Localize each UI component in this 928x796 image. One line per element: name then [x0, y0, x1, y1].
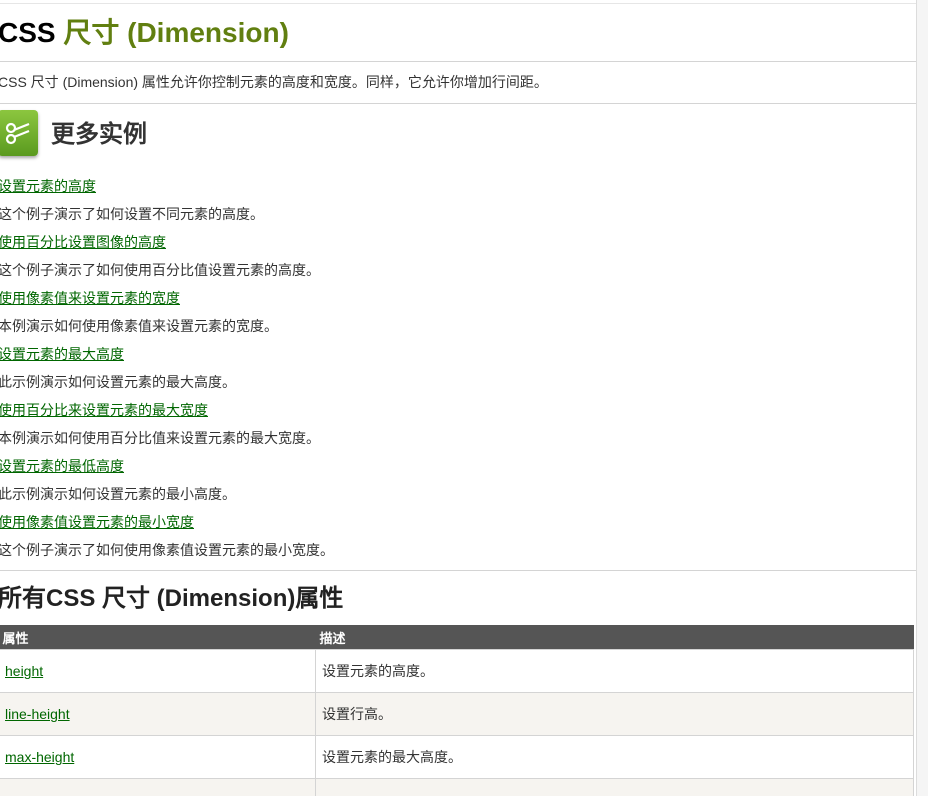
- example-desc: 本例演示如何使用像素值来设置元素的宽度。: [0, 318, 278, 334]
- page-title: CSS 尺寸 (Dimension): [0, 16, 289, 50]
- table-row: [0, 778, 914, 796]
- property-cell: height: [0, 649, 316, 693]
- page-title-main: 尺寸 (Dimension): [63, 17, 289, 48]
- column-header-property: 属性: [0, 625, 316, 650]
- example-link-min-height[interactable]: 设置元素的最低高度: [0, 457, 124, 475]
- example-desc: 这个例子演示了如何使用像素值设置元素的最小宽度。: [0, 542, 334, 558]
- description-cell: 设置行高。: [315, 692, 914, 736]
- property-cell: max-height: [0, 735, 316, 779]
- example-link-max-height[interactable]: 设置元素的最大高度: [0, 345, 124, 363]
- example-link-min-width-pixels[interactable]: 使用像素值设置元素的最小宽度: [0, 513, 194, 531]
- description-cell: 设置元素的高度。: [315, 649, 914, 693]
- section-title: 所有CSS 尺寸 (Dimension)属性: [0, 585, 344, 612]
- column-header-description: 描述: [315, 625, 914, 650]
- properties-table: 属性 描述 height 设置元素的高度。 line-height 设置行高。 …: [0, 625, 914, 796]
- scrollbar-track[interactable]: [916, 0, 928, 796]
- property-link-line-height[interactable]: line-height: [5, 706, 70, 722]
- page: CSS 尺寸 (Dimension) CSS 尺寸 (Dimension) 属性…: [0, 0, 928, 796]
- property-cell: [0, 778, 316, 796]
- description-cell: [315, 778, 914, 796]
- example-link-image-height-percent[interactable]: 使用百分比设置图像的高度: [0, 233, 166, 251]
- property-link-max-height[interactable]: max-height: [5, 749, 74, 765]
- example-link-height[interactable]: 设置元素的高度: [0, 177, 96, 195]
- divider: [0, 61, 916, 62]
- example-link-width-pixels[interactable]: 使用像素值来设置元素的宽度: [0, 289, 180, 307]
- divider: [0, 103, 916, 104]
- example-desc: 此示例演示如何设置元素的最大高度。: [0, 374, 236, 390]
- example-desc: 此示例演示如何设置元素的最小高度。: [0, 486, 236, 502]
- example-desc: 这个例子演示了如何设置不同元素的高度。: [0, 206, 264, 222]
- top-border: [0, 0, 916, 4]
- table-row: height 设置元素的高度。: [0, 649, 914, 693]
- example-desc: 这个例子演示了如何使用百分比值设置元素的高度。: [0, 262, 320, 278]
- intro-text: CSS 尺寸 (Dimension) 属性允许你控制元素的高度和宽度。同样，它允…: [0, 74, 548, 90]
- table-row: max-height 设置元素的最大高度。: [0, 735, 914, 779]
- example-link-max-width-percent[interactable]: 使用百分比来设置元素的最大宽度: [0, 401, 208, 419]
- page-title-prefix: CSS: [0, 17, 64, 48]
- scissors-icon: [0, 110, 38, 156]
- table-row: line-height 设置行高。: [0, 692, 914, 736]
- description-cell: 设置元素的最大高度。: [315, 735, 914, 779]
- divider: [0, 570, 916, 571]
- table-header-row: 属性 描述: [0, 625, 914, 650]
- property-cell: line-height: [0, 692, 316, 736]
- property-link-height[interactable]: height: [5, 663, 43, 679]
- example-desc: 本例演示如何使用百分比值来设置元素的最大宽度。: [0, 430, 320, 446]
- more-examples-title: 更多实例: [51, 121, 147, 148]
